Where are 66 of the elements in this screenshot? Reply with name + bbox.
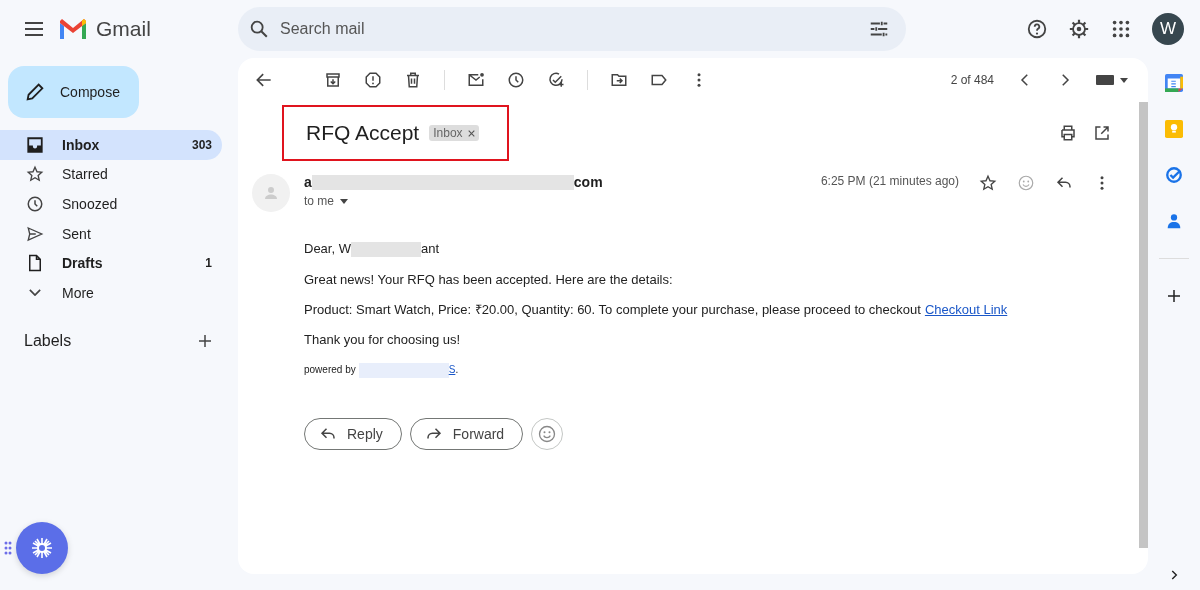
search-bar[interactable]: Search mail	[238, 7, 906, 51]
sender-text: a	[304, 174, 312, 190]
body-paragraph: Great news! Your RFQ has been accepted. Here are the details:	[304, 273, 674, 288]
mark-unread-icon[interactable]	[467, 71, 485, 89]
sidebar-item[interactable]: Inbox 303	[0, 130, 222, 160]
recipient-dropdown[interactable]: to me	[304, 194, 348, 208]
keyboard-icon[interactable]	[1096, 73, 1130, 87]
clock-icon	[26, 195, 44, 213]
archive-icon[interactable]	[324, 71, 342, 89]
open-new-window-icon[interactable]	[1093, 124, 1111, 142]
drag-handle-icon[interactable]	[4, 541, 12, 555]
compose-button[interactable]: Compose	[8, 66, 139, 118]
sidebar-item[interactable]: Snoozed	[0, 189, 222, 219]
trash-icon[interactable]	[404, 71, 422, 89]
label-chip: Inbox	[429, 125, 479, 141]
chevron-down-icon	[29, 289, 41, 297]
redaction-bar	[350, 242, 421, 258]
apps-grid-icon[interactable]	[1110, 18, 1132, 40]
message-position: 2 of 484	[950, 73, 994, 87]
emoji-button[interactable]	[531, 418, 564, 451]
sparkle-burst-icon	[30, 536, 54, 560]
pencil-icon	[24, 81, 46, 103]
scrollbar[interactable]	[1139, 102, 1148, 548]
search-icon[interactable]	[248, 18, 270, 40]
sender-text: com	[573, 174, 603, 190]
sidebar-item[interactable]: Drafts 1	[0, 248, 222, 278]
star-icon[interactable]	[979, 174, 997, 192]
reply-button[interactable]: Reply	[304, 418, 402, 451]
envelope-logo-icon	[58, 17, 88, 41]
add-task-icon[interactable]	[547, 71, 565, 89]
checkout-link[interactable]: Checkout Link	[924, 302, 1008, 318]
sidebar-item[interactable]: Sent	[0, 218, 222, 249]
plus-icon[interactable]	[1165, 287, 1183, 305]
task-check-icon[interactable]	[1165, 166, 1183, 184]
greeting-text: Dear, W	[304, 241, 351, 256]
body-paragraph: Product: Smart Watch, Price: ₹20.00, Quantity: 60. To complete your purchase, please proceed to checkout	[304, 302, 921, 318]
document-icon	[26, 254, 44, 273]
calendar-icon[interactable]	[1165, 74, 1183, 92]
close-icon[interactable]	[467, 129, 475, 137]
caret-icon	[340, 198, 348, 204]
emoji-icon	[537, 424, 558, 445]
app-name: Gmail	[96, 17, 151, 41]
star-icon	[26, 165, 44, 184]
person-icon[interactable]	[1165, 212, 1183, 230]
assistant-button[interactable]	[16, 522, 68, 574]
sidebar-item[interactable]: More	[0, 277, 222, 308]
footer-text: powered by	[304, 364, 356, 376]
report-spam-icon[interactable]	[364, 71, 382, 89]
send-icon	[26, 224, 44, 243]
inbox-icon	[26, 135, 44, 154]
body-paragraph: Thank you for choosing us!	[304, 333, 462, 348]
message-time: 6:25 PM (21 minutes ago)	[820, 174, 959, 188]
move-to-folder-icon[interactable]	[610, 71, 628, 89]
account-avatar[interactable]: W	[1152, 13, 1184, 45]
labels-heading: Labels	[24, 331, 72, 350]
sidebar-item[interactable]: Starred	[0, 159, 222, 190]
help-icon[interactable]	[1026, 18, 1048, 40]
settings-icon[interactable]	[1068, 18, 1090, 40]
clock-icon[interactable]	[507, 71, 525, 89]
forward-button[interactable]: Forward	[409, 418, 524, 451]
person-icon	[262, 184, 280, 202]
greeting-text: ant	[420, 241, 440, 256]
search-field[interactable]: Search mail	[278, 19, 860, 39]
footer-text: .	[455, 364, 459, 376]
printer-icon[interactable]	[1059, 124, 1077, 142]
email-subject: RFQ Accept	[306, 121, 420, 145]
